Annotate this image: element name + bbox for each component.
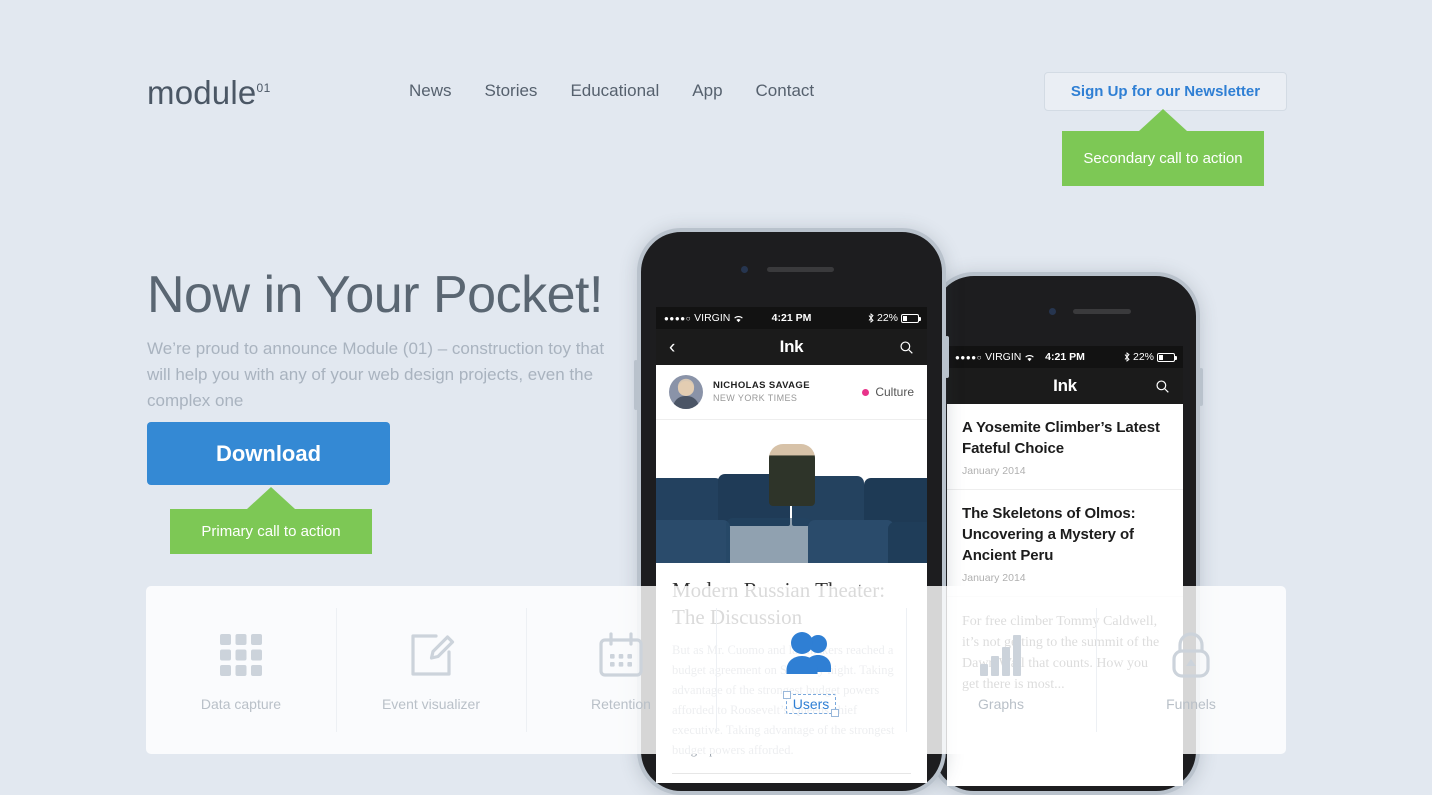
phone-front-volume-button	[634, 360, 638, 410]
signal-dots-icon: ●●●●○	[664, 313, 692, 323]
callout-notch	[1139, 109, 1187, 131]
feature-label: Graphs	[978, 696, 1024, 712]
article-hero-photo	[656, 420, 927, 563]
feature-label: Users	[785, 694, 837, 714]
battery-percent: 22%	[876, 312, 898, 324]
feature-retention[interactable]: Retention	[526, 586, 716, 754]
nav-item-educational[interactable]: Educational	[570, 81, 659, 101]
battery-percent: 22%	[1132, 351, 1154, 363]
feature-label: Event visualizer	[381, 696, 481, 712]
bluetooth-icon	[868, 313, 874, 323]
phone-back-camera	[1049, 308, 1056, 315]
feature-label: Funnels	[1166, 696, 1216, 712]
back-chevron-icon[interactable]: ‹	[669, 338, 675, 357]
edit-icon	[406, 628, 456, 680]
battery-icon	[901, 313, 921, 323]
phone-back-status-bar: ●●●●○ VIRGIN 4:21 PM 22%	[947, 346, 1183, 368]
list-item-date: January 2014	[962, 572, 1026, 584]
avatar	[669, 375, 703, 409]
hero-subtitle: We’re proud to announce Module (01) – co…	[147, 339, 605, 410]
primary-cta-callout-label: Primary call to action	[201, 523, 341, 540]
feature-funnels[interactable]: Funnels	[1096, 586, 1286, 754]
phone-front-app-bar: ‹ Ink	[656, 329, 927, 365]
app-title: Ink	[1053, 376, 1077, 395]
list-item-title: A Yosemite Climber’s Latest Fateful Choi…	[962, 419, 1160, 457]
bar-chart-icon	[976, 628, 1026, 680]
article-author-row: NICHOLAS SAVAGE NEW YORK TIMES Culture	[656, 365, 927, 420]
status-left: ●●●●○ VIRGIN	[955, 351, 1035, 363]
wifi-icon	[1025, 354, 1035, 361]
list-item-title: The Skeletons of Olmos: Uncovering a Mys…	[962, 505, 1136, 564]
feature-label: Retention	[591, 696, 651, 712]
secondary-cta-callout-label: Secondary call to action	[1083, 150, 1243, 167]
feature-users[interactable]: Users	[716, 586, 906, 754]
logo-text: module	[147, 74, 257, 111]
signal-dots-icon: ●●●●○	[955, 352, 983, 362]
nav-item-news[interactable]: News	[409, 81, 452, 101]
author-publication: NEW YORK TIMES	[713, 393, 798, 404]
wifi-icon	[734, 315, 744, 322]
site-header: module01 News Stories Educational App Co…	[0, 0, 1432, 150]
calendar-icon	[596, 628, 646, 680]
callout-notch	[247, 487, 295, 509]
phone-front-camera	[741, 266, 748, 273]
hero-title: Now in Your Pocket!	[147, 266, 603, 324]
search-icon[interactable]	[1155, 379, 1170, 394]
download-button-label: Download	[215, 440, 322, 466]
nav-item-stories[interactable]: Stories	[485, 81, 538, 101]
carrier-label: VIRGIN	[694, 312, 731, 324]
phone-front-speaker	[767, 267, 834, 272]
site-logo[interactable]: module01	[147, 74, 271, 112]
carrier-label: VIRGIN	[985, 351, 1022, 363]
phone-back-power-button	[1199, 368, 1203, 406]
category-label: Culture	[875, 385, 914, 399]
status-right: 22%	[1124, 351, 1177, 363]
author-name: NICHOLAS SAVAGE	[713, 379, 810, 391]
search-icon[interactable]	[899, 340, 914, 355]
feature-event-visualizer[interactable]: Event visualizer	[336, 586, 526, 754]
list-item-date: January 2014	[962, 465, 1026, 477]
nav-item-contact[interactable]: Contact	[756, 81, 815, 101]
article-paragraph-2: Hans, Douglas and Shuman are friends;	[656, 774, 927, 783]
nav-item-app[interactable]: App	[692, 81, 722, 101]
primary-cta-callout: Primary call to action	[170, 487, 372, 554]
phone-front-power-button	[945, 336, 949, 378]
phone-back-app-bar: Ink	[947, 368, 1183, 404]
category-tag[interactable]: Culture	[862, 385, 914, 399]
article-list-item[interactable]: The Skeletons of Olmos: Uncovering a Mys…	[947, 490, 1183, 597]
author-meta: NICHOLAS SAVAGE NEW YORK TIMES	[713, 380, 810, 405]
feature-data-capture[interactable]: Data capture	[146, 586, 336, 754]
app-title: Ink	[779, 337, 804, 356]
hero-section: Now in Your Pocket! We’re proud to annou…	[147, 265, 627, 414]
main-nav: News Stories Educational App Contact	[409, 81, 814, 101]
logo-superscript: 01	[256, 81, 271, 95]
feature-label-text: Users	[785, 694, 837, 714]
lock-icon	[1166, 628, 1216, 680]
newsletter-button-label: Sign Up for our Newsletter	[1070, 83, 1261, 100]
status-right: 22%	[868, 312, 921, 324]
features-panel: Data capture Event visualizer Retention …	[146, 586, 1286, 754]
category-dot-icon	[862, 388, 870, 396]
phone-back-speaker	[1073, 309, 1131, 314]
article-list-item[interactable]: A Yosemite Climber’s Latest Fateful Choi…	[947, 404, 1183, 490]
status-left: ●●●●○ VIRGIN	[664, 312, 744, 324]
newsletter-signup-button[interactable]: Sign Up for our Newsletter	[1044, 72, 1287, 111]
grid-icon	[216, 628, 266, 680]
secondary-cta-callout: Secondary call to action	[1062, 109, 1264, 186]
battery-icon	[1157, 352, 1177, 362]
feature-graphs[interactable]: Graphs	[906, 586, 1096, 754]
users-icon	[785, 628, 837, 680]
bluetooth-icon	[1124, 352, 1130, 362]
feature-label: Data capture	[200, 696, 282, 712]
phone-front-status-bar: ●●●●○ VIRGIN 4:21 PM 22%	[656, 307, 927, 329]
landing-page: module01 News Stories Educational App Co…	[0, 0, 1432, 795]
download-button[interactable]: Download	[147, 422, 390, 485]
photo-subject	[769, 444, 815, 506]
